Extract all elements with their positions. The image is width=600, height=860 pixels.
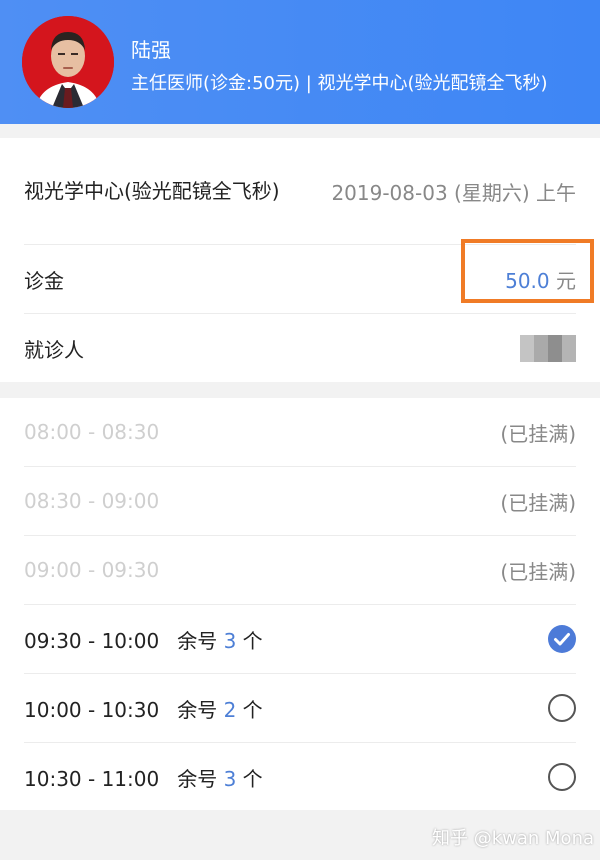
department-name: 视光学中心(验光配镜全飞秒) [24, 179, 280, 203]
doctor-avatar [22, 16, 114, 108]
slot-full-status: (已挂满) [500, 490, 576, 515]
slot-time: 10:30 - 11:00 [24, 766, 160, 791]
remain-prefix: 余号 [177, 697, 218, 722]
slot-full-status: (已挂满) [500, 421, 576, 446]
slot-full-status: (已挂满) [500, 559, 576, 584]
slot-remaining: 余号 3 个 [177, 629, 262, 653]
remain-count: 3 [223, 628, 237, 653]
time-slot-full: 09:00 - 09:30 (已挂满) [24, 536, 576, 605]
time-slot-full: 08:30 - 09:00 (已挂满) [24, 467, 576, 536]
time-slot-available[interactable]: 09:30 - 10:00 余号 3 个 [24, 605, 576, 674]
doctor-header: 陆强 主任医师(诊金:50元) | 视光学中心(验光配镜全飞秒) [0, 0, 600, 124]
slot-remaining: 余号 2 个 [177, 698, 262, 722]
remain-count: 2 [223, 697, 237, 722]
remain-suffix: 个 [242, 628, 263, 653]
slot-time: 08:00 - 08:30 [24, 420, 160, 444]
remain-suffix: 个 [242, 697, 263, 722]
slot-time: 09:30 - 10:00 [24, 628, 160, 653]
slot-radio-icon[interactable] [548, 694, 576, 722]
slot-label: 09:30 - 10:00 余号 3 个 [24, 625, 263, 654]
patient-name-mosaic [520, 334, 576, 362]
appointment-date: 2019-08-03 (星期六) 上午 [331, 180, 576, 205]
slot-time: 10:00 - 10:30 [24, 697, 160, 722]
department-row: 视光学中心(验光配镜全飞秒) 2019-08-03 (星期六) 上午 [24, 138, 576, 245]
fee-highlight-box [461, 239, 594, 303]
slot-remaining: 余号 3 个 [177, 767, 262, 791]
slot-time: 08:30 - 09:00 [24, 489, 160, 513]
doctor-title-info: 主任医师(诊金:50元) | 视光学中心(验光配镜全飞秒) [131, 73, 548, 94]
time-slot-list: 08:00 - 08:30 (已挂满) 08:30 - 09:00 (已挂满) … [0, 398, 600, 810]
remain-suffix: 个 [242, 766, 263, 791]
remain-count: 3 [223, 766, 237, 791]
patient-label: 就诊人 [24, 337, 84, 362]
time-slot-full: 08:00 - 08:30 (已挂满) [24, 398, 576, 467]
time-slot-available[interactable]: 10:00 - 10:30 余号 2 个 [24, 674, 576, 743]
slot-time: 09:00 - 09:30 [24, 558, 160, 582]
slot-label: 10:30 - 11:00 余号 3 个 [24, 763, 263, 792]
remain-prefix: 余号 [177, 766, 218, 791]
slot-radio-icon[interactable] [548, 763, 576, 791]
remain-prefix: 余号 [177, 628, 218, 653]
time-slot-available[interactable]: 10:30 - 11:00 余号 3 个 [24, 743, 576, 811]
patient-row[interactable]: 就诊人 [24, 314, 576, 382]
slot-label: 10:00 - 10:30 余号 2 个 [24, 694, 263, 723]
slot-radio-checked-icon[interactable] [548, 625, 576, 653]
fee-label: 诊金 [24, 268, 64, 293]
doctor-name: 陆强 [131, 38, 171, 62]
watermark-text: 知乎 @kwan Mona [432, 828, 595, 849]
